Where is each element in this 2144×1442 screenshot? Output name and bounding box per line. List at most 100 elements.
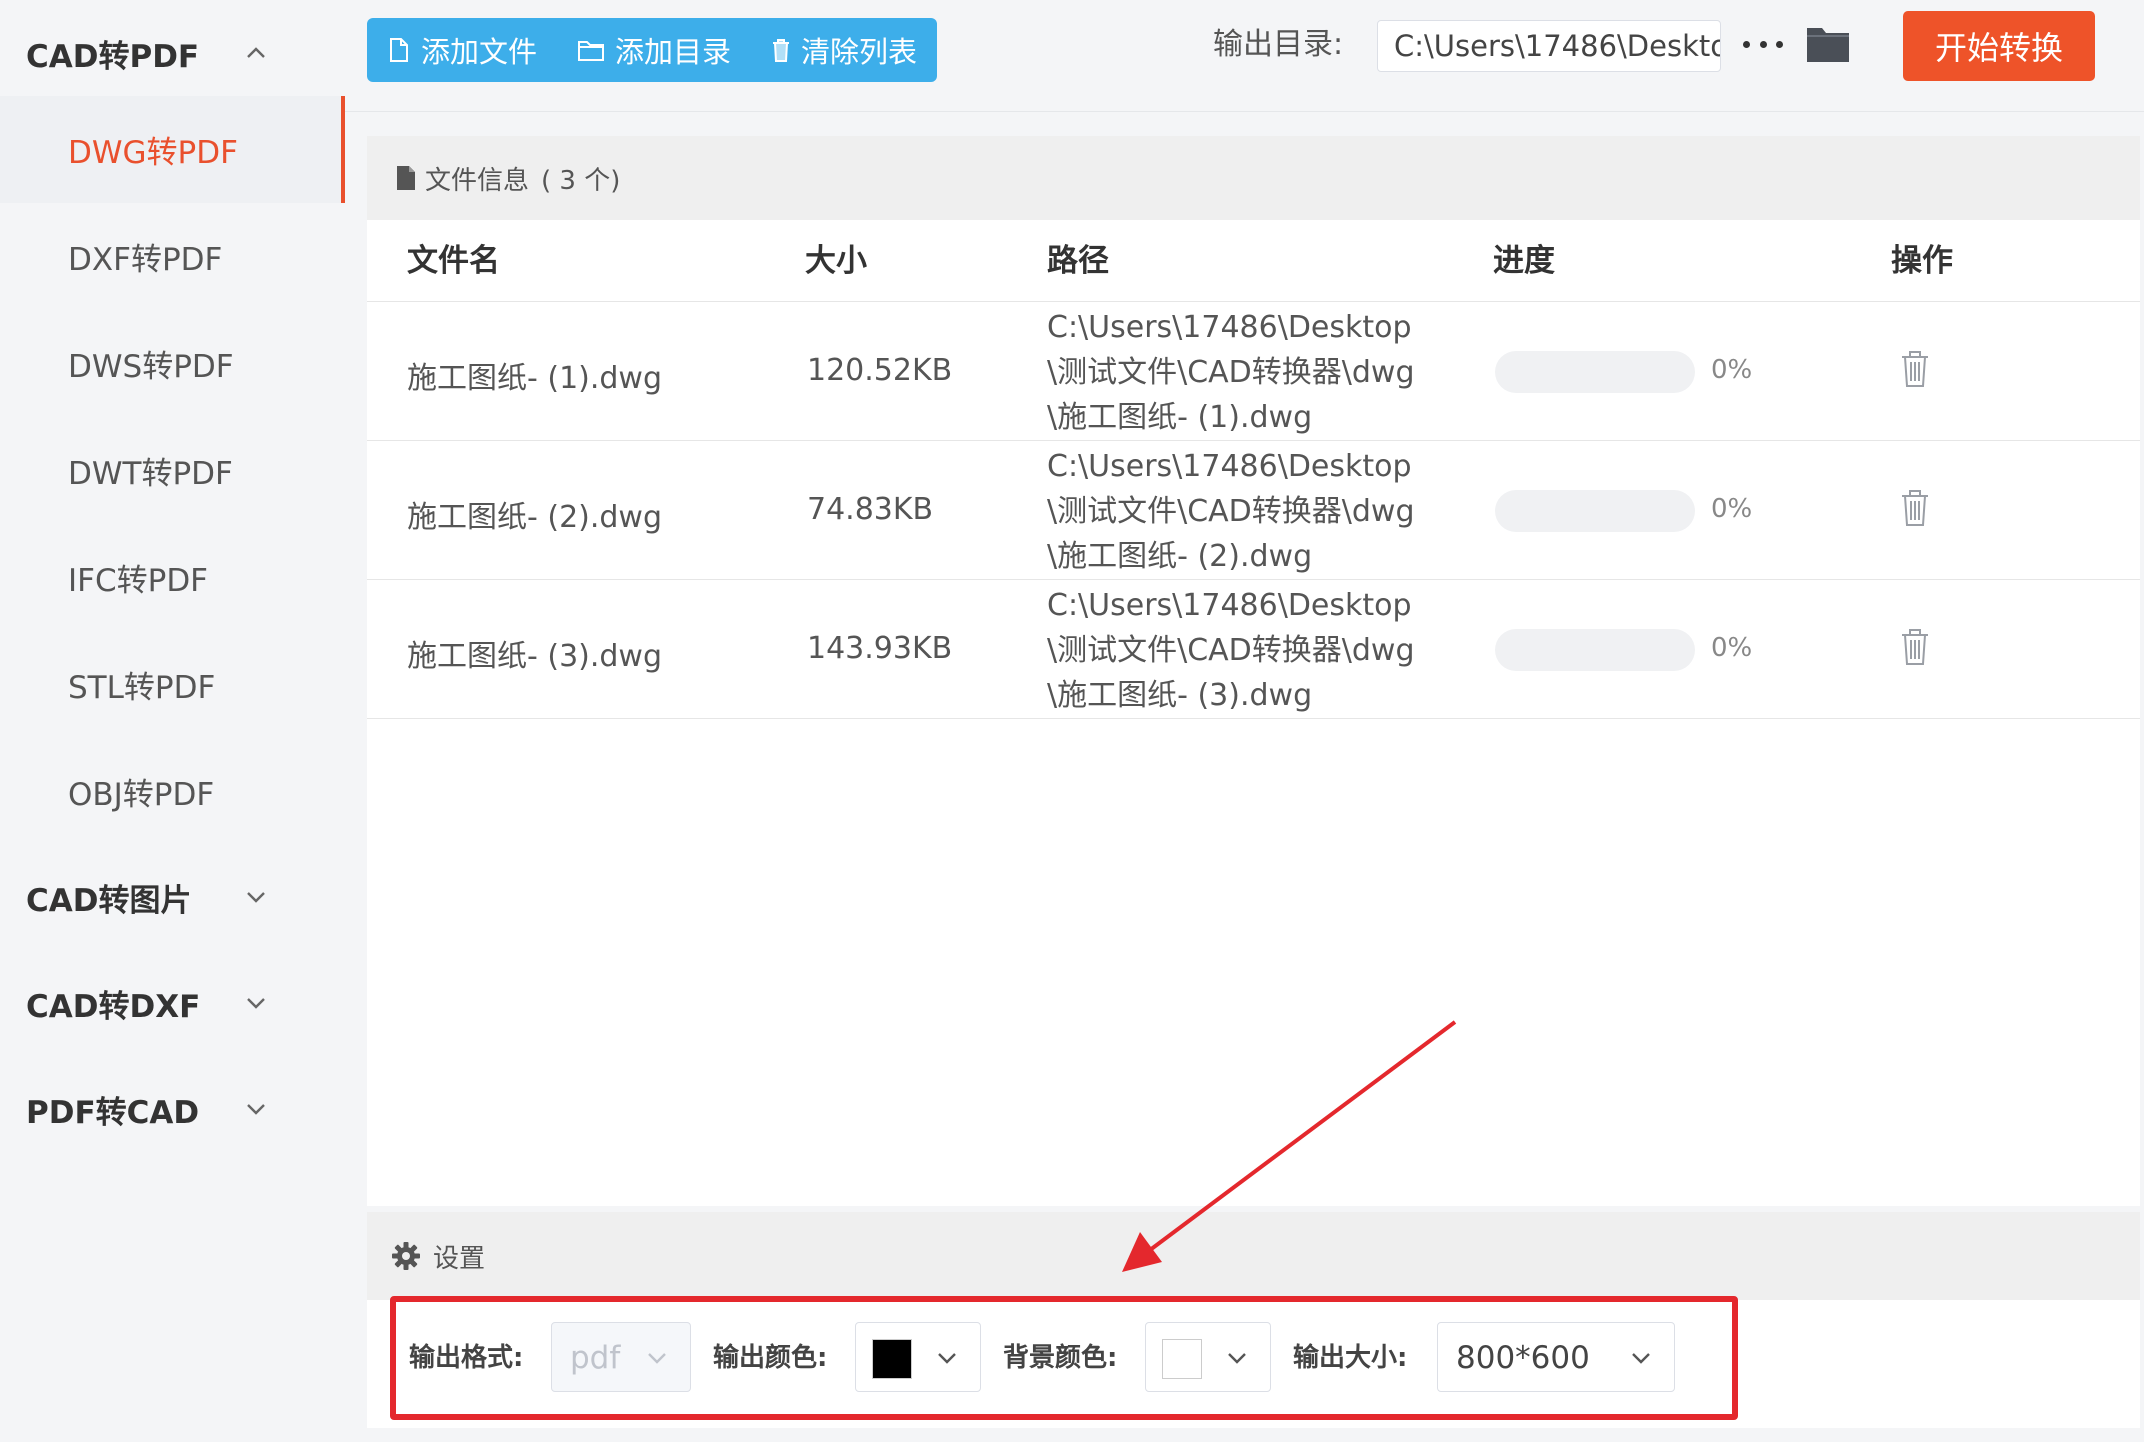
sidebar-item-label: IFC转PDF	[68, 563, 209, 599]
file-button-group: 添加文件 添加目录 清除列表	[367, 18, 938, 82]
output-format-value: pdf	[570, 1340, 621, 1376]
progress-bar	[1495, 490, 1695, 532]
file-path-line: \施工图纸- (3).dwg	[1047, 678, 1313, 713]
sidebar-item-dxf-to-pdf[interactable]: DXF转PDF	[0, 203, 345, 310]
sidebar-item-label: DXF转PDF	[68, 242, 223, 278]
file-name: 施工图纸- (2).dwg	[407, 500, 663, 535]
file-path-line: \测试文件\CAD转换器\dwg	[1047, 355, 1415, 390]
bg-color-swatch	[1162, 1339, 1202, 1379]
sidebar-item-obj-to-pdf[interactable]: OBJ转PDF	[0, 738, 345, 845]
settings-title: 设置	[433, 1243, 486, 1274]
file-path-line: C:\Users\17486\Desktop	[1047, 449, 1412, 484]
output-dir-input[interactable]: C:\Users\17486\Deskto	[1377, 20, 1721, 72]
sidebar-group-cad-to-dxf[interactable]: CAD转DXF	[0, 950, 345, 1056]
ellipsis-icon[interactable]	[1743, 28, 1783, 60]
settings-header: 设置	[367, 1212, 2140, 1300]
table-header: 文件名 大小 路径 进度 操作	[367, 220, 2140, 302]
file-path-line: \测试文件\CAD转换器\dwg	[1047, 494, 1415, 529]
column-path: 路径	[1047, 243, 1109, 279]
chevron-down-icon	[245, 992, 267, 1014]
sidebar-group-pdf-to-cad[interactable]: PDF转CAD	[0, 1056, 345, 1162]
sidebar-group-label: CAD转PDF	[26, 38, 200, 75]
toolbar: 添加文件 添加目录 清除列表 输出目录: C:\Users\17486\Desk…	[345, 0, 2144, 112]
folder-icon[interactable]	[1805, 22, 1851, 64]
table-row[interactable]: 施工图纸- (3).dwg 143.93KB C:\Users\17486\De…	[367, 581, 2140, 719]
column-filename: 文件名	[407, 243, 500, 279]
file-size: 74.83KB	[807, 492, 934, 527]
sidebar-item-dwt-to-pdf[interactable]: DWT转PDF	[0, 417, 345, 524]
sidebar-group-label: CAD转图片	[26, 882, 192, 919]
output-dir-label: 输出目录:	[1213, 27, 1344, 62]
file-size: 143.93KB	[807, 631, 953, 666]
add-file-button[interactable]: 添加文件	[367, 18, 557, 82]
add-directory-button[interactable]: 添加目录	[557, 18, 751, 82]
bg-color-label: 背景颜色:	[1003, 1343, 1118, 1373]
table-row[interactable]: 施工图纸- (2).dwg 74.83KB C:\Users\17486\Des…	[367, 442, 2140, 580]
chevron-up-icon	[245, 42, 267, 64]
chevron-down-icon	[1226, 1348, 1248, 1368]
output-size-label: 输出大小:	[1293, 1343, 1408, 1373]
settings-panel: 输出格式: pdf 输出颜色: 背景颜色: 输出大小: 800*600	[367, 1300, 2140, 1428]
file-path-line: \施工图纸- (1).dwg	[1047, 400, 1313, 435]
file-name: 施工图纸- (3).dwg	[407, 639, 663, 674]
file-path-line: C:\Users\17486\Desktop	[1047, 588, 1412, 623]
file-info-title: 文件信息	[425, 165, 530, 196]
file-path: C:\Users\17486\Desktop \测试文件\CAD转换器\dwg …	[1047, 583, 1415, 718]
sidebar-item-label: OBJ转PDF	[68, 777, 215, 813]
file-icon	[390, 38, 408, 62]
chevron-down-icon	[646, 1348, 668, 1368]
delete-trash-icon[interactable]	[1900, 488, 1930, 528]
gear-icon	[392, 1242, 420, 1270]
sidebar-item-dws-to-pdf[interactable]: DWS转PDF	[0, 310, 345, 417]
sidebar-item-dwg-to-pdf[interactable]: DWG转PDF	[0, 96, 345, 203]
column-progress: 进度	[1493, 243, 1555, 279]
sidebar-item-label: DWS转PDF	[68, 349, 234, 385]
sidebar-group-cad-to-image[interactable]: CAD转图片	[0, 844, 345, 950]
column-size: 大小	[805, 243, 867, 279]
output-size-select[interactable]: 800*600	[1437, 1322, 1675, 1392]
progress-bar	[1495, 629, 1695, 671]
sidebar: CAD转PDF DWG转PDF DXF转PDF DWS转PDF DWT转PDF …	[0, 0, 345, 1442]
sidebar-item-stl-to-pdf[interactable]: STL转PDF	[0, 631, 345, 738]
output-format-select[interactable]: pdf	[551, 1322, 691, 1392]
column-action: 操作	[1891, 243, 1953, 279]
sidebar-item-ifc-to-pdf[interactable]: IFC转PDF	[0, 524, 345, 631]
chevron-down-icon	[936, 1348, 958, 1368]
output-color-select[interactable]	[855, 1322, 981, 1392]
chevron-down-icon	[1630, 1348, 1652, 1368]
output-format-label: 输出格式:	[409, 1343, 524, 1373]
table-row[interactable]: 施工图纸- (1).dwg 120.52KB C:\Users\17486\De…	[367, 303, 2140, 441]
chevron-down-icon	[245, 886, 267, 908]
clear-list-label: 清除列表	[801, 35, 918, 69]
sidebar-item-label: STL转PDF	[68, 670, 216, 706]
file-name: 施工图纸- (1).dwg	[407, 361, 663, 396]
folder-outline-icon	[578, 41, 605, 61]
chevron-down-icon	[245, 1098, 267, 1120]
sidebar-group-cad-to-pdf[interactable]: CAD转PDF	[0, 0, 345, 106]
progress-text: 0%	[1711, 355, 1753, 385]
clear-list-button[interactable]: 清除列表	[751, 18, 937, 82]
start-convert-button[interactable]: 开始转换	[1903, 11, 2095, 81]
output-color-swatch	[872, 1339, 912, 1379]
file-path: C:\Users\17486\Desktop \测试文件\CAD转换器\dwg …	[1047, 305, 1415, 440]
bg-color-select[interactable]	[1145, 1322, 1271, 1392]
file-path-line: \施工图纸- (2).dwg	[1047, 539, 1313, 574]
file-panel: 文件信息 ( 3 个) 文件名 大小 路径 进度 操作 施工图纸- (1).dw…	[367, 136, 2140, 1206]
add-file-label: 添加文件	[421, 35, 538, 69]
document-icon	[397, 166, 415, 190]
file-path-line: C:\Users\17486\Desktop	[1047, 310, 1412, 345]
add-directory-label: 添加目录	[615, 35, 732, 69]
progress-bar	[1495, 351, 1695, 393]
progress-text: 0%	[1711, 494, 1753, 524]
delete-trash-icon[interactable]	[1900, 627, 1930, 667]
file-path-line: \测试文件\CAD转换器\dwg	[1047, 633, 1415, 668]
sidebar-item-label: DWG转PDF	[68, 135, 238, 171]
delete-trash-icon[interactable]	[1900, 349, 1930, 389]
file-path: C:\Users\17486\Desktop \测试文件\CAD转换器\dwg …	[1047, 444, 1415, 579]
file-count: ( 3 个)	[541, 165, 621, 196]
output-size-value: 800*600	[1456, 1340, 1590, 1376]
file-info-header: 文件信息 ( 3 个)	[367, 136, 2140, 220]
sidebar-item-label: DWT转PDF	[68, 456, 233, 492]
sidebar-group-label: PDF转CAD	[26, 1094, 200, 1131]
progress-text: 0%	[1711, 633, 1753, 663]
